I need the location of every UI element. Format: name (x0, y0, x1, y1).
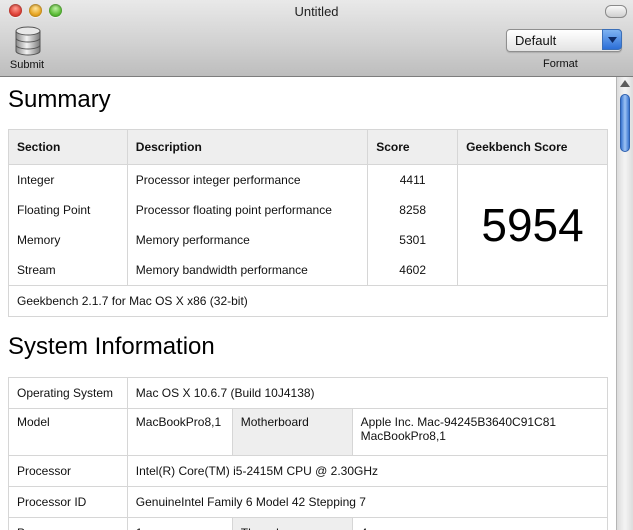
section-cell: Stream (8, 255, 128, 286)
dropdown-arrow-icon (602, 29, 622, 50)
summary-header-row: Section Description Score Geekbench Scor… (8, 129, 608, 165)
score-cell: 8258 (367, 195, 459, 225)
toolbar-toggle-button[interactable] (605, 5, 627, 18)
format-label: Format (543, 58, 578, 70)
window-toolbar: Untitled Submit Default Format (0, 0, 633, 77)
field-label: Threads (231, 517, 353, 530)
section-cell: Memory (8, 225, 128, 255)
description-cell: Processor integer performance (126, 164, 369, 195)
description-cell: Processor floating point performance (126, 195, 369, 225)
summary-heading: Summary (8, 86, 111, 113)
submit-button[interactable]: Submit (4, 24, 50, 74)
field-value: GenuineIntel Family 6 Model 42 Stepping … (126, 486, 609, 518)
column-header-geekbench-score: Geekbench Score (457, 129, 608, 165)
scroll-up-arrow-icon[interactable] (620, 80, 630, 87)
format-selected-value: Default (515, 33, 557, 48)
field-value: Intel(R) Core(TM) i5-2415M CPU @ 2.30GHz (126, 455, 609, 487)
scroll-thumb[interactable] (620, 94, 630, 152)
score-cell: 4602 (367, 255, 459, 286)
submit-label: Submit (9, 59, 45, 71)
table-row: Processor Intel(R) Core(TM) i5-2415M CPU… (8, 455, 609, 487)
motherboard-line: MacBookPro8,1 (360, 429, 446, 443)
table-row: Operating System Mac OS X 10.6.7 (Build … (8, 377, 609, 409)
field-label: Processor (8, 455, 128, 487)
vertical-scrollbar[interactable] (616, 77, 633, 530)
table-row: Processor ID GenuineIntel Family 6 Model… (8, 486, 609, 518)
column-header-section: Section (8, 129, 128, 165)
motherboard-value: Apple Inc. Mac-94245B3640C91C81 MacBookP… (351, 408, 609, 456)
motherboard-line: Apple Inc. Mac-94245B3640C91C81 (360, 415, 557, 429)
field-value: 1 (126, 517, 233, 530)
geekbench-score: 5954 (457, 164, 608, 286)
report-content: Summary Section Description Score Geekbe… (0, 77, 616, 530)
summary-table: Section Description Score Geekbench Scor… (8, 129, 608, 317)
field-value: Mac OS X 10.6.7 (Build 10J4138) (126, 377, 609, 409)
description-cell: Memory bandwidth performance (126, 255, 369, 286)
window-title: Untitled (294, 4, 339, 19)
section-cell: Floating Point (8, 195, 128, 225)
field-label: Operating System (8, 377, 128, 409)
description-cell: Memory performance (126, 225, 369, 255)
column-header-description: Description (126, 129, 369, 165)
field-label: Processors (8, 517, 128, 530)
field-value: MacBookPro8,1 (126, 408, 233, 456)
field-label: Processor ID (8, 486, 128, 518)
table-row: Integer Processor integer performance 44… (8, 164, 608, 286)
section-cell: Integer (8, 164, 128, 195)
version-note: Geekbench 2.1.7 for Mac OS X x86 (32-bit… (8, 285, 608, 317)
database-icon (15, 26, 41, 56)
score-cell: 5301 (367, 225, 459, 255)
table-row: Processors 1 Threads 4 (8, 517, 609, 530)
column-header-score: Score (367, 129, 459, 165)
field-label: Model (8, 408, 128, 456)
field-label: Motherboard (231, 408, 353, 456)
field-value: 4 (351, 517, 609, 530)
system-information-table: Operating System Mac OS X 10.6.7 (Build … (8, 377, 609, 530)
score-cell: 4411 (367, 164, 459, 195)
format-select[interactable]: Default (506, 29, 622, 52)
table-row: Model MacBookPro8,1 Motherboard Apple In… (8, 408, 609, 456)
summary-footer-row: Geekbench 2.1.7 for Mac OS X x86 (32-bit… (8, 285, 608, 317)
system-information-heading: System Information (8, 333, 215, 360)
